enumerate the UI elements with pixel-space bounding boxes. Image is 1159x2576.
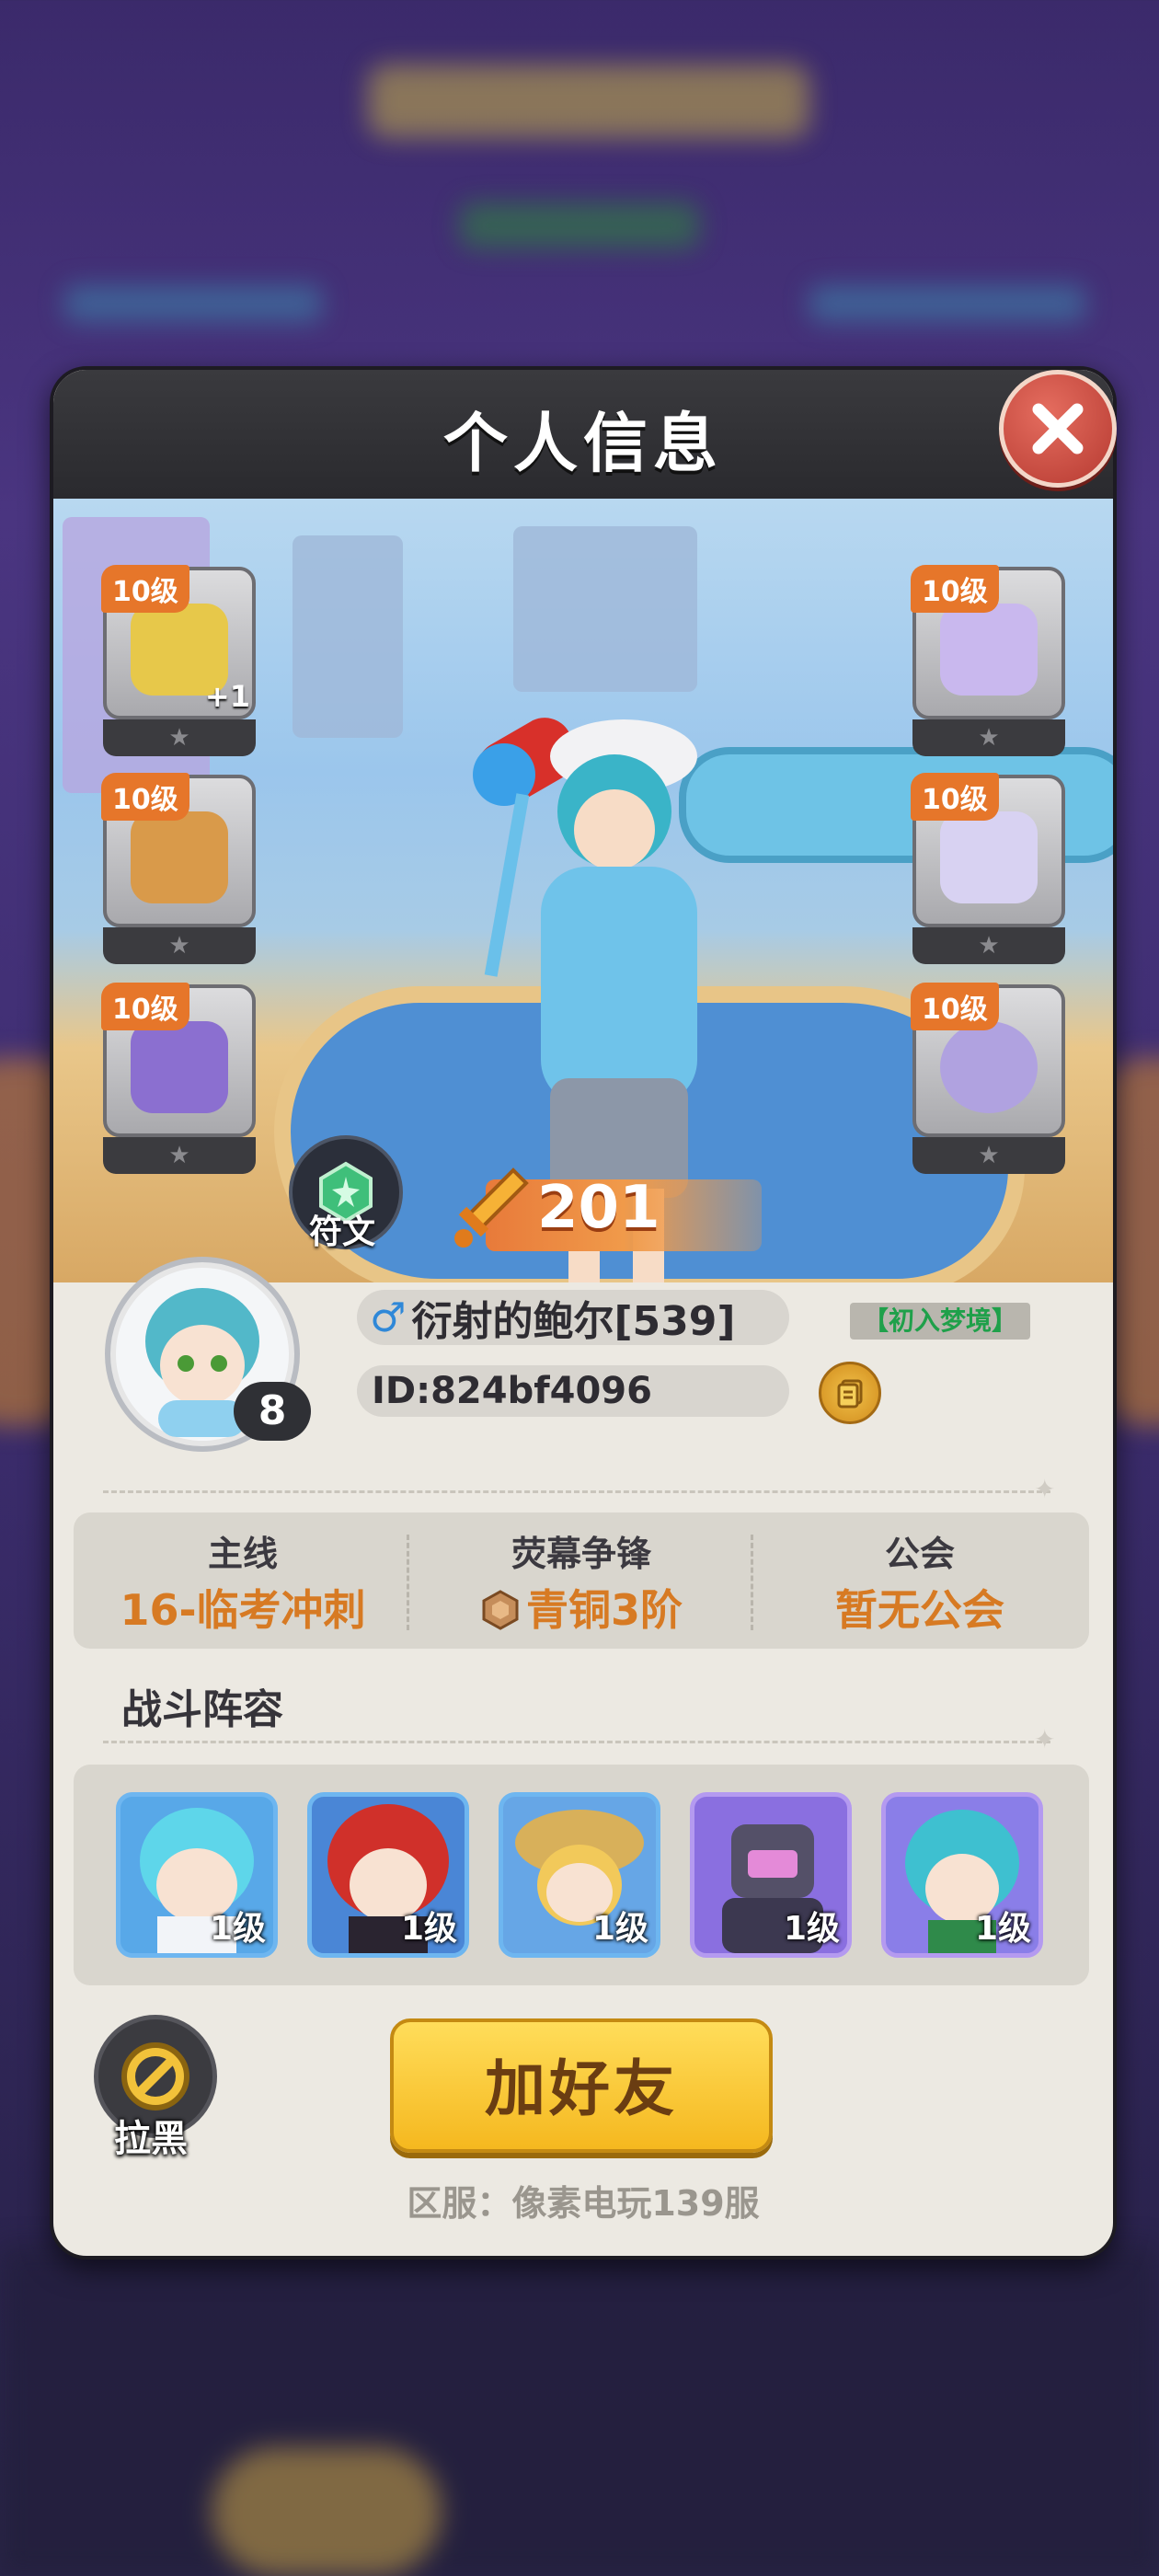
lineup-hero-3[interactable]: 1级: [499, 1792, 660, 1958]
shorts-icon: [940, 811, 1038, 903]
equip-plus-badge: +1: [204, 679, 250, 714]
divider-star-icon: ✦: [1034, 1724, 1056, 1754]
combat-power-value: 201: [537, 1174, 660, 1242]
copy-icon: [837, 1379, 863, 1409]
stat-value-row: 青铜3阶: [412, 1577, 751, 1638]
stat-label: 公会: [884, 1534, 955, 1574]
bracer-icon: [131, 811, 228, 903]
equip-level-badge: 10级: [911, 983, 999, 1030]
equip-level-badge: 10级: [101, 565, 189, 613]
lineup-hero-4[interactable]: 1级: [690, 1792, 852, 1958]
lineup-title: 战斗阵容: [121, 1686, 283, 1733]
stat-label: 主线: [207, 1534, 278, 1574]
stat-value: 16-临考冲刺: [120, 1585, 366, 1635]
bronze-rank-icon: [482, 1590, 519, 1630]
close-icon: [1032, 403, 1084, 454]
sword-power-icon: [454, 1167, 529, 1248]
divider: [103, 1741, 1050, 1743]
accessory-icon: [940, 1021, 1038, 1113]
star-icon: ★: [103, 719, 256, 756]
equip-level-badge: 10级: [911, 773, 999, 821]
battle-lineup: 1级 1级 1级 1级 1级: [74, 1765, 1089, 1985]
copy-id-button[interactable]: [819, 1362, 881, 1424]
star-icon: ★: [912, 1137, 1065, 1174]
stat-guild[interactable]: 公会 暂无公会: [751, 1512, 1089, 1649]
hero-level: 1级: [400, 1910, 457, 1948]
equip-slot-helmet[interactable]: 10级 +1 ★: [101, 565, 256, 756]
server-info: 区服：像素电玩139服: [407, 2183, 760, 2224]
divider-star-icon: ✦: [1034, 1474, 1056, 1504]
dialog-title: 个人信息: [443, 406, 723, 481]
block-icon: [121, 2042, 189, 2110]
stat-value: 暂无公会: [835, 1585, 1004, 1635]
stat-label: 荧幕争锋: [511, 1534, 651, 1574]
player-name: 衍射的鲍尔[539]: [411, 1298, 736, 1345]
dialog-header: 个人信息: [53, 370, 1113, 499]
player-title-tag: 【初入梦境】: [850, 1303, 1030, 1340]
close-button[interactable]: [999, 370, 1117, 488]
stat-value: 青铜3阶: [525, 1585, 683, 1635]
divider: [103, 1490, 1050, 1493]
star-icon: ★: [912, 927, 1065, 964]
jacket-icon: [940, 604, 1038, 696]
shoes-icon: [131, 1021, 228, 1113]
star-icon: ★: [103, 927, 256, 964]
player-id: ID:824bf4096: [357, 1365, 789, 1417]
player-name-pill: ♂ 衍射的鲍尔[539]: [357, 1290, 789, 1345]
star-icon: ★: [103, 1137, 256, 1174]
equip-slot-jacket[interactable]: 10级 ★: [911, 565, 1065, 756]
equip-slot-accessory[interactable]: 10级 ★: [911, 983, 1065, 1174]
star-icon: ★: [912, 719, 1065, 756]
block-label: 拉黑: [114, 2118, 188, 2160]
equip-slot-bracer[interactable]: 10级 ★: [101, 773, 256, 964]
hero-level: 1级: [783, 1910, 840, 1948]
male-icon: ♂: [370, 1294, 407, 1341]
stat-mainline[interactable]: 主线 16-临考冲刺: [74, 1512, 412, 1649]
player-level-badge: 8: [234, 1382, 311, 1441]
stat-arena[interactable]: 荧幕争锋 青铜3阶: [412, 1512, 751, 1649]
lineup-hero-2[interactable]: 1级: [307, 1792, 469, 1958]
equip-slot-shoes[interactable]: 10级 ★: [101, 983, 256, 1174]
hero-level: 1级: [209, 1910, 266, 1948]
stats-panel: 主线 16-临考冲刺 荧幕争锋 青铜3阶 公会 暂无公会: [74, 1512, 1089, 1649]
equip-slot-shorts[interactable]: 10级 ★: [911, 773, 1065, 964]
rune-label: 符文: [308, 1213, 375, 1251]
character-scene: 10级 +1 ★ 10级 ★ 10级 ★ 10级 ★ 10级 ★ 10级 ★: [53, 499, 1113, 1282]
lineup-hero-5[interactable]: 1级: [881, 1792, 1043, 1958]
hero-level: 1级: [591, 1910, 648, 1948]
equip-level-badge: 10级: [101, 983, 189, 1030]
lineup-hero-1[interactable]: 1级: [116, 1792, 278, 1958]
hero-level: 1级: [974, 1910, 1031, 1948]
stat-separator: [407, 1535, 409, 1630]
equip-level-badge: 10级: [101, 773, 189, 821]
add-friend-button[interactable]: 加好友: [390, 2018, 773, 2153]
profile-dialog: 个人信息 10级 +1 ★ 10级 ★ 10级 ★ 10级 ★ 10级 ★ 10…: [50, 366, 1117, 2260]
equip-level-badge: 10级: [911, 565, 999, 613]
